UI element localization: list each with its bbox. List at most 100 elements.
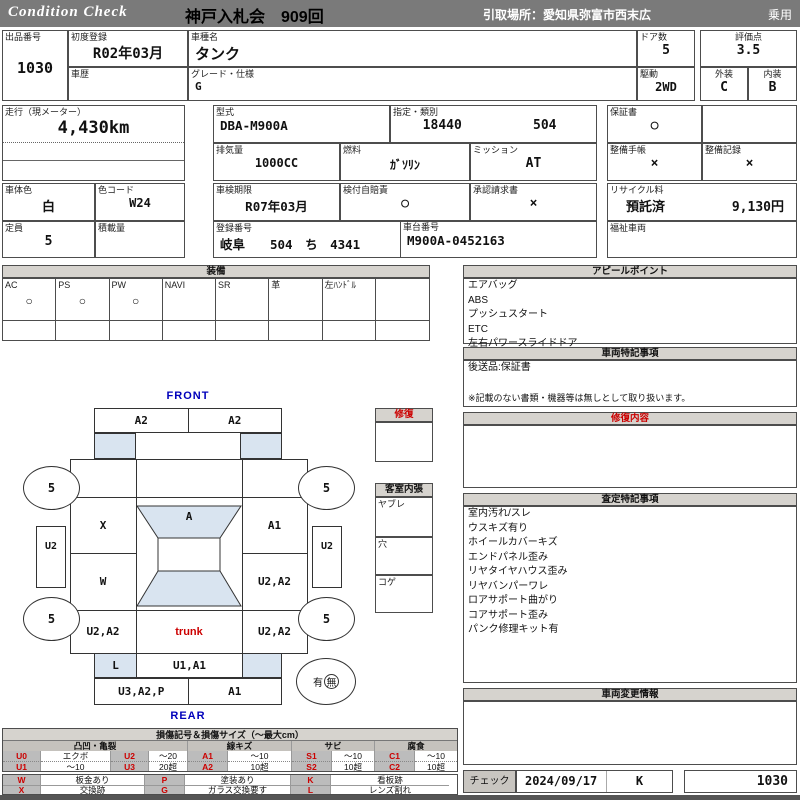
tail-right-panel (242, 653, 282, 678)
right-rocker-code: U2 (312, 526, 342, 588)
score-value: 3.5 (736, 43, 761, 58)
assessment-item: パンク修理キット有 (468, 624, 559, 635)
equipment-section-header: 装備 (2, 265, 430, 278)
equipment-cell-lhd: 左ﾊﾝﾄﾞﾙ (323, 279, 376, 320)
headlight-left (94, 433, 136, 459)
load-capacity-cell: 積載量 (95, 221, 185, 258)
model-code-cell: 型式 DBA-M900A (213, 105, 390, 143)
transmission-cell: ミッション AT (470, 143, 597, 181)
diagram-front-label: FRONT (166, 390, 210, 402)
model-name-label: 車種名 (191, 32, 219, 42)
maintenance-record-cell: 整備記録 × (702, 143, 797, 181)
spare-yes-label: 有 (313, 678, 323, 689)
lot-number-label: 出品番号 (5, 32, 42, 42)
wheel-rear-left: 5 (23, 597, 80, 641)
transmission-value: AT (525, 156, 542, 171)
capacity-cell: 定員 5 (2, 221, 95, 258)
recycle-status-value: 預託済 (626, 200, 666, 215)
recycle-fee-label: リサイクル料 (610, 185, 664, 195)
mark-legend-row: W 板金あり P 塗装あり K 看板跡 (3, 775, 457, 785)
maintenance-book-cell: 整備手帳 × (607, 143, 702, 181)
exterior-grade-value: C (720, 80, 728, 95)
damage-legend-groups: 凸凹・亀裂 線キズ サビ 腐食 (3, 741, 457, 751)
chassis-number-label: 車台番号 (403, 222, 440, 232)
appeal-box: エアバッグ ABS プッシュスタート ETC 左右パワースライドドア (463, 278, 797, 349)
body-color-cell: 車体色 白 (2, 183, 95, 221)
warranty-label: 保証書 (610, 107, 638, 117)
damage-legend-table: 損傷記号＆損傷サイズ（～最大cm） 凸凹・亀裂 線キズ サビ 腐食 U0 エクボ… (2, 728, 458, 772)
special-notes-box: 後送品:保証書 ※記載のない書類・機器等は無しとして取り扱います。 (463, 360, 797, 407)
color-code-value: W24 (129, 196, 151, 210)
special-notes-line: 後送品:保証書 (468, 362, 531, 373)
interior-grade-cell: 内装 B (748, 67, 797, 101)
special-notes-section-header: 車両特記事項 (463, 347, 797, 360)
rear-bumper-left: U3,A2,P (95, 679, 189, 704)
front-bumper-left: A2 (95, 409, 189, 432)
body-color-value: 白 (41, 200, 55, 215)
pickup-location: 引取場所：愛知県弥富市西末広 (483, 8, 652, 22)
assessment-item: 室内汚れ/スレ (468, 508, 531, 519)
welfare-vehicle-cell: 福祉車両 (607, 221, 797, 258)
color-code-cell: 色コード W24 (95, 183, 185, 221)
first-registration-value: R02年03月 (92, 46, 164, 62)
assessment-item: リヤバンパーワレ (468, 580, 549, 592)
check-label: チェック (463, 770, 516, 793)
load-capacity-label: 積載量 (98, 223, 126, 233)
tail-left-code: L (94, 653, 137, 678)
check-inspector: K (635, 774, 644, 788)
left-rear-door-code: W (99, 575, 107, 588)
displacement-value: 1000CC (254, 156, 299, 170)
grade-cell: グレード・仕様 G (188, 67, 637, 101)
doors-label: ドア数 (640, 32, 668, 42)
equipment-cell-sr: SR (216, 279, 270, 320)
lot-number-value: 1030 (16, 59, 54, 77)
left-rocker-code: U2 (36, 526, 66, 588)
rear-bumper-right: A1 (228, 685, 242, 698)
inspection-expiry-label: 車検期限 (216, 185, 253, 195)
insurance-cell: 検付自賠責 ○ (340, 183, 470, 221)
approval-request-value: × (529, 196, 538, 211)
repair-mini-box (375, 422, 433, 462)
assessment-item: ウスキズ有り (468, 522, 528, 534)
assessment-item: ホイールカバーキズ (468, 537, 558, 548)
headlight-right (240, 433, 282, 459)
model-name-cell: 車種名 タンク (188, 30, 637, 67)
mark-legend-table: W 板金あり P 塗装あり K 看板跡 X 交換跡 G ガラス交換要す L レン… (2, 774, 458, 795)
equipment-table: AC ○ PS ○ PW ○ NAVI SR 革 左ﾊﾝﾄﾞﾙ (2, 278, 430, 341)
right-rear-door-code: U2,A2 (257, 575, 292, 588)
model-name-value: タンク (195, 45, 241, 63)
mileage-empty-row (3, 142, 184, 160)
appeal-item: プッシュスタート (468, 309, 548, 320)
mileage-empty-row2 (3, 160, 184, 180)
score-cell: 評価点 3.5 (700, 30, 797, 67)
vehicle-class: 乗用 (767, 8, 792, 22)
equipment-cell-pw: PW ○ (110, 279, 163, 320)
equipment-cell-navi: NAVI (163, 279, 216, 320)
assessment-section-header: 査定特記事項 (463, 493, 797, 506)
auction-title: 神戸入札会 909回 (185, 9, 324, 26)
wheel-rear-right: 5 (298, 597, 355, 641)
assessment-item: リヤタイヤハウス歪み (468, 566, 568, 577)
approval-request-label: 承認請求書 (473, 185, 519, 195)
model-code-value: DBA-M900A (220, 118, 288, 133)
maintenance-book-label: 整備手帳 (610, 145, 647, 155)
maintenance-record-label: 整備記録 (705, 145, 742, 155)
drive-cell: 駆動 2WD (637, 67, 695, 101)
damage-legend-row: U0 エクボ U2 ～20 A1 ～10 S1 ～10 C1 ～10 (3, 751, 457, 761)
chassis-number-cell: 車台番号 M900A-0452163 (400, 221, 597, 258)
cabin-row-tear: ヤブレ (375, 497, 433, 537)
appeal-item: ETC (468, 323, 488, 335)
appeal-section-header: アピールポイント (463, 265, 797, 278)
equipment-cell-ac: AC ○ (3, 279, 57, 320)
equipment-cell-ps: PS ○ (56, 279, 110, 320)
spare-no-label: 無 (324, 674, 339, 689)
grade-value: G (195, 80, 202, 93)
first-registration-label: 初度登録 (71, 32, 108, 42)
cabin-row-burn: コゲ (375, 575, 433, 613)
type-class-label: 指定・類別 (393, 107, 439, 117)
check-lot-number: 1030 (684, 770, 797, 793)
car-history-label: 車歴 (71, 69, 90, 79)
displacement-cell: 排気量 1000CC (213, 143, 340, 181)
rear-bumper: U3,A2,P A1 (94, 678, 282, 705)
wheel-front-right: 5 (298, 466, 355, 510)
